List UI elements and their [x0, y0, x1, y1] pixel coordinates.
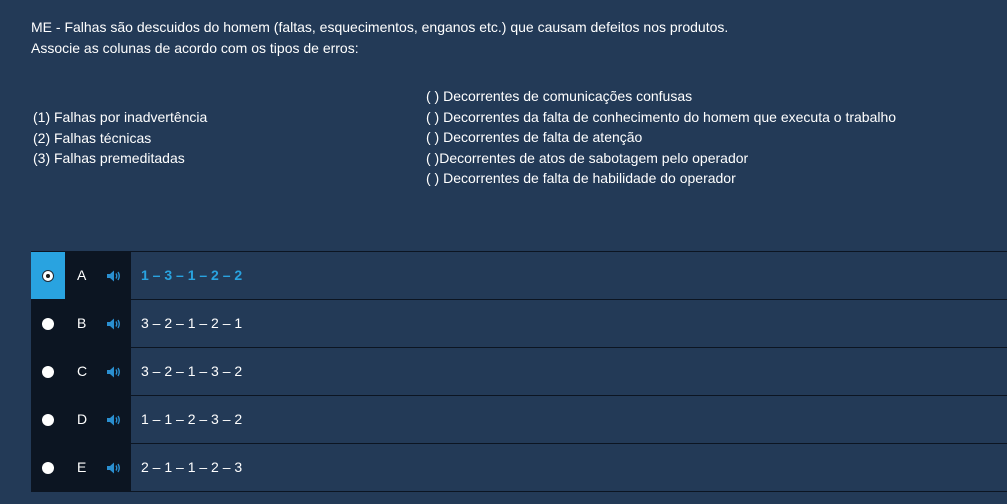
option-e[interactable]: E 2 – 1 – 1 – 2 – 3: [31, 444, 1007, 492]
option-answer-text: 1 – 1 – 2 – 3 – 2: [141, 411, 243, 427]
answer-options: A 1 – 3 – 1 – 2 – 2 B 3 – 2 – 1 – 2 – 1 …: [31, 251, 1007, 492]
option-radio-cell[interactable]: [31, 348, 65, 395]
option-letter: A: [77, 267, 87, 283]
right-column-item: ( ) Decorrentes da falta de conhecimento…: [426, 108, 897, 125]
left-column-item: (1) Falhas por inadvertência: [33, 109, 208, 125]
option-letter: B: [77, 315, 87, 331]
option-c[interactable]: C 3 – 2 – 1 – 3 – 2: [31, 348, 1007, 396]
option-answer-text: 2 – 1 – 1 – 2 – 3: [141, 459, 243, 475]
option-answer-text: 3 – 2 – 1 – 3 – 2: [141, 363, 243, 379]
speaker-icon[interactable]: [106, 317, 122, 331]
left-column-item: (2) Falhas técnicas: [33, 129, 152, 146]
radio-icon[interactable]: [42, 317, 54, 330]
left-column-item: (3) Falhas premeditadas: [33, 150, 185, 166]
option-radio-cell[interactable]: [31, 252, 65, 299]
question-line-2: Associe as colunas de acordo com os tipo…: [31, 39, 359, 56]
question-line-1: ME - Falhas são descuidos do homem (falt…: [31, 19, 729, 35]
radio-icon[interactable]: [42, 413, 54, 426]
right-column-item: ( )Decorrentes de atos de sabotagem pelo…: [426, 149, 749, 166]
radio-icon[interactable]: [42, 365, 54, 378]
question-text: ME - Falhas são descuidos do homem (falt…: [31, 17, 728, 58]
right-column-item: ( ) Decorrentes de falta de atenção: [426, 129, 643, 145]
option-radio-cell[interactable]: [31, 300, 65, 347]
option-letter: E: [77, 459, 87, 475]
option-d[interactable]: D 1 – 1 – 2 – 3 – 2: [31, 396, 1007, 444]
radio-icon[interactable]: [42, 269, 54, 282]
option-answer-text: 1 – 3 – 1 – 2 – 2: [141, 267, 243, 283]
option-letter: C: [77, 363, 88, 379]
option-radio-cell[interactable]: [31, 396, 65, 443]
option-radio-cell[interactable]: [31, 444, 65, 491]
right-column-item: ( ) Decorrentes de comunicações confusas: [426, 88, 693, 104]
radio-icon[interactable]: [42, 461, 54, 474]
speaker-icon[interactable]: [106, 269, 122, 283]
speaker-icon[interactable]: [106, 365, 122, 379]
speaker-icon[interactable]: [106, 461, 122, 475]
option-answer-text: 3 – 2 – 1 – 2 – 1: [141, 315, 243, 331]
option-a[interactable]: A 1 – 3 – 1 – 2 – 2: [31, 252, 1007, 300]
option-letter: D: [77, 411, 88, 427]
right-column-item: ( ) Decorrentes de falta de habilidade d…: [426, 170, 736, 186]
option-b[interactable]: B 3 – 2 – 1 – 2 – 1: [31, 300, 1007, 348]
left-column: (1) Falhas por inadvertência (2) Falhas …: [33, 107, 207, 169]
speaker-icon[interactable]: [106, 413, 122, 427]
right-column: ( ) Decorrentes de comunicações confusas…: [426, 86, 896, 189]
